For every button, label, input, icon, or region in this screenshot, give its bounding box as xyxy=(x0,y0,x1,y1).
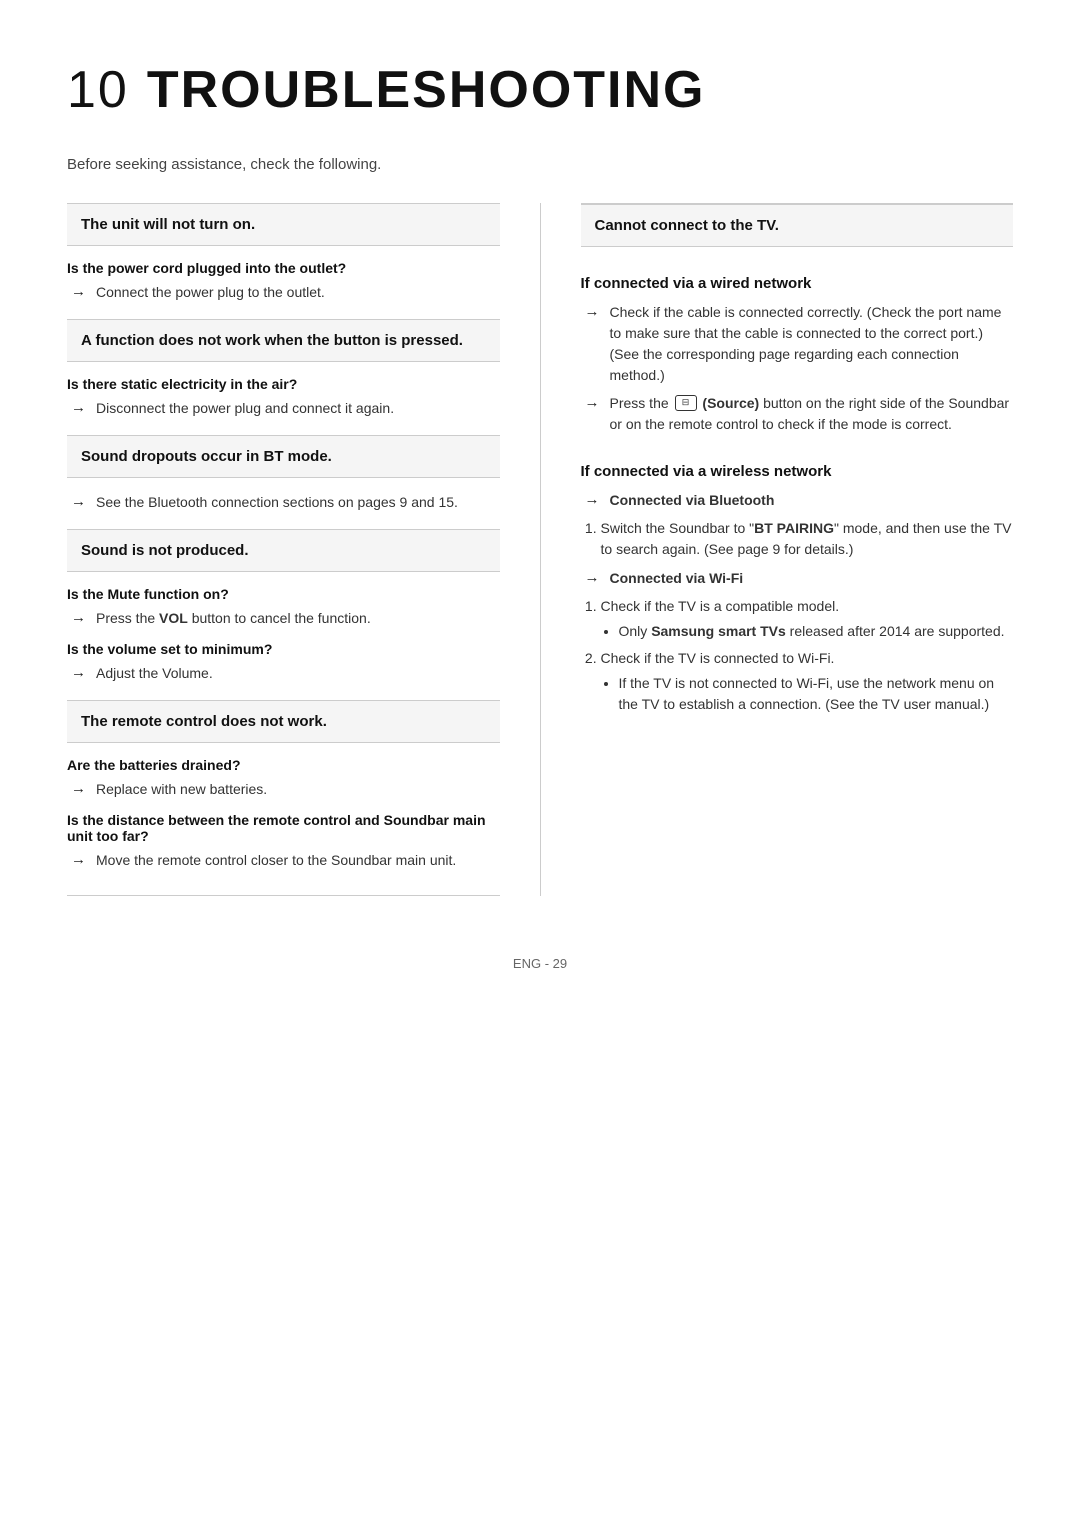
wifi-connection-label: Connected via Wi-Fi xyxy=(610,568,744,589)
intro-text: Before seeking assistance, check the fol… xyxy=(67,156,1013,173)
wifi-step-1-bullets: Only Samsung smart TVs released after 20… xyxy=(601,621,1014,642)
source-icon: ⊟ xyxy=(675,395,697,411)
arrow-icon: → xyxy=(71,493,86,510)
wifi-bullet-1: Only Samsung smart TVs released after 20… xyxy=(619,621,1014,642)
section-header-unit: The unit will not turn on. xyxy=(67,204,500,246)
arrow-text-move-remote: Move the remote control closer to the So… xyxy=(96,850,456,871)
section-header-function: A function does not work when the button… xyxy=(67,320,500,362)
wired-section-title: If connected via a wired network xyxy=(581,261,1014,292)
bluetooth-step-1: Switch the Soundbar to "BT PAIRING" mode… xyxy=(601,518,1014,560)
subsection-mute: Is the Mute function on? → Press the VOL… xyxy=(67,586,500,629)
wifi-step-1: Check if the TV is a compatible model. O… xyxy=(601,596,1014,642)
wifi-step-2: Check if the TV is connected to Wi-Fi. I… xyxy=(601,648,1014,715)
subsection-bluetooth: → See the Bluetooth connection sections … xyxy=(67,492,500,513)
arrow-item-wifi-label: → Connected via Wi-Fi xyxy=(581,568,1014,589)
arrow-item-move-remote: → Move the remote control closer to the … xyxy=(67,850,500,871)
chapter-number: 10 xyxy=(67,61,129,119)
subsection-batteries: Are the batteries drained? → Replace wit… xyxy=(67,757,500,800)
subsection-title-static: Is there static electricity in the air? xyxy=(67,376,500,392)
section-header-sound-dropouts: Sound dropouts occur in BT mode. xyxy=(67,436,500,478)
subsection-title-distance: Is the distance between the remote contr… xyxy=(67,812,500,844)
arrow-text-source-button: Press the ⊟ (Source) button on the right… xyxy=(610,393,1014,435)
section-sound-dropouts: Sound dropouts occur in BT mode. → See t… xyxy=(67,435,500,529)
arrow-text-disconnect-power: Disconnect the power plug and connect it… xyxy=(96,398,394,419)
arrow-text-vol: Press the VOL button to cancel the funct… xyxy=(96,608,371,629)
section-header-cannot-connect: Cannot connect to the TV. xyxy=(581,204,1014,247)
subsection-static: Is there static electricity in the air? … xyxy=(67,376,500,419)
section-function-not-work: A function does not work when the button… xyxy=(67,319,500,435)
wireless-section: If connected via a wireless network → Co… xyxy=(581,449,1014,715)
arrow-icon: → xyxy=(71,780,86,797)
arrow-item-source-button: → Press the ⊟ (Source) button on the rig… xyxy=(581,393,1014,435)
arrow-text-check-cable: Check if the cable is connected correctl… xyxy=(610,302,1014,386)
main-columns: The unit will not turn on. Is the power … xyxy=(67,203,1013,896)
subsection-title-volume: Is the volume set to minimum? xyxy=(67,641,500,657)
wifi-step-2-bullets: If the TV is not connected to Wi-Fi, use… xyxy=(601,673,1014,715)
arrow-icon: → xyxy=(71,399,86,416)
section-remote-not-work: The remote control does not work. Are th… xyxy=(67,700,500,887)
section-body-function: Is there static electricity in the air? … xyxy=(67,362,500,435)
arrow-item-replace-batteries: → Replace with new batteries. xyxy=(67,779,500,800)
wifi-numbered-list: Check if the TV is a compatible model. O… xyxy=(581,596,1014,715)
arrow-item-check-cable: → Check if the cable is connected correc… xyxy=(581,302,1014,386)
arrow-item-bluetooth: → See the Bluetooth connection sections … xyxy=(67,492,500,513)
section-body-sound-dropouts: → See the Bluetooth connection sections … xyxy=(67,478,500,529)
arrow-text-replace-batteries: Replace with new batteries. xyxy=(96,779,267,800)
arrow-item-bluetooth-label: → Connected via Bluetooth xyxy=(581,490,1014,511)
section-body-remote: Are the batteries drained? → Replace wit… xyxy=(67,743,500,887)
arrow-text-bluetooth: See the Bluetooth connection sections on… xyxy=(96,492,458,513)
arrow-icon: → xyxy=(585,394,600,411)
subsection-title-mute: Is the Mute function on? xyxy=(67,586,500,602)
arrow-icon: → xyxy=(71,851,86,868)
subsection-power-cord: Is the power cord plugged into the outle… xyxy=(67,260,500,303)
arrow-icon: → xyxy=(71,609,86,626)
section-sound-not-produced: Sound is not produced. Is the Mute funct… xyxy=(67,529,500,700)
wifi-bullet-2: If the TV is not connected to Wi-Fi, use… xyxy=(619,673,1014,715)
arrow-icon: → xyxy=(585,491,600,508)
arrow-icon: → xyxy=(71,283,86,300)
subsection-title-power-cord: Is the power cord plugged into the outle… xyxy=(67,260,500,276)
arrow-icon: → xyxy=(71,664,86,681)
arrow-item-disconnect-power: → Disconnect the power plug and connect … xyxy=(67,398,500,419)
subsection-volume-minimum: Is the volume set to minimum? → Adjust t… xyxy=(67,641,500,684)
section-header-remote: The remote control does not work. xyxy=(67,701,500,743)
arrow-icon: → xyxy=(585,303,600,320)
right-column: Cannot connect to the TV. If connected v… xyxy=(541,203,1014,896)
arrow-text-adjust-volume: Adjust the Volume. xyxy=(96,663,213,684)
page-number: ENG - 29 xyxy=(513,956,567,971)
bluetooth-connection-label: Connected via Bluetooth xyxy=(610,490,775,511)
page-title: 10 TROUBLESHOOTING xyxy=(67,60,1013,120)
section-cannot-connect: Cannot connect to the TV. If connected v… xyxy=(581,203,1014,725)
wireless-section-title: If connected via a wireless network xyxy=(581,449,1014,480)
left-column: The unit will not turn on. Is the power … xyxy=(67,203,541,896)
subsection-title-batteries: Are the batteries drained? xyxy=(67,757,500,773)
section-body-cannot-connect: If connected via a wired network → Check… xyxy=(581,247,1014,725)
footer: ENG - 29 xyxy=(67,956,1013,971)
bluetooth-numbered-list: Switch the Soundbar to "BT PAIRING" mode… xyxy=(581,518,1014,560)
arrow-item-adjust-volume: → Adjust the Volume. xyxy=(67,663,500,684)
arrow-icon: → xyxy=(585,569,600,586)
section-body-sound-not-produced: Is the Mute function on? → Press the VOL… xyxy=(67,572,500,700)
arrow-text-connect-power: Connect the power plug to the outlet. xyxy=(96,282,325,303)
section-header-sound-not-produced: Sound is not produced. xyxy=(67,530,500,572)
arrow-item-connect-power: → Connect the power plug to the outlet. xyxy=(67,282,500,303)
wired-section: If connected via a wired network → Check… xyxy=(581,261,1014,435)
arrow-item-vol: → Press the VOL button to cancel the fun… xyxy=(67,608,500,629)
subsection-distance: Is the distance between the remote contr… xyxy=(67,812,500,871)
section-body-unit: Is the power cord plugged into the outle… xyxy=(67,246,500,319)
title-text: TROUBLESHOOTING xyxy=(147,61,706,119)
section-unit-wont-turn-on: The unit will not turn on. Is the power … xyxy=(67,203,500,319)
